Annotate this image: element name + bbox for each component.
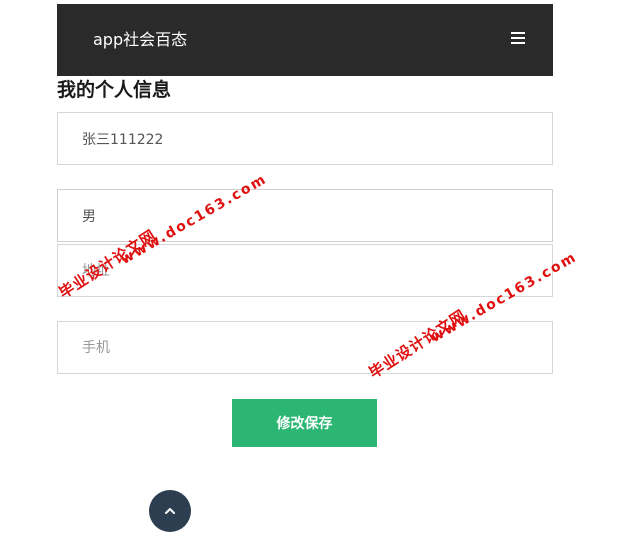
chevron-up-icon [165, 508, 175, 514]
name-input[interactable] [57, 112, 553, 165]
brand-title[interactable]: app社会百态 [93, 30, 187, 50]
phone-input[interactable] [57, 321, 553, 374]
address-input[interactable] [57, 244, 553, 297]
gender-input[interactable] [57, 189, 553, 242]
back-to-top-button[interactable] [149, 490, 191, 532]
hamburger-menu-icon[interactable] [511, 32, 525, 44]
page-title: 我的个人信息 [57, 79, 172, 101]
page: app社会百态 我的个人信息 修改保存 www.doc163.com 毕业设计论… [0, 0, 641, 546]
navbar: app社会百态 [57, 4, 553, 76]
save-button[interactable]: 修改保存 [232, 399, 377, 447]
